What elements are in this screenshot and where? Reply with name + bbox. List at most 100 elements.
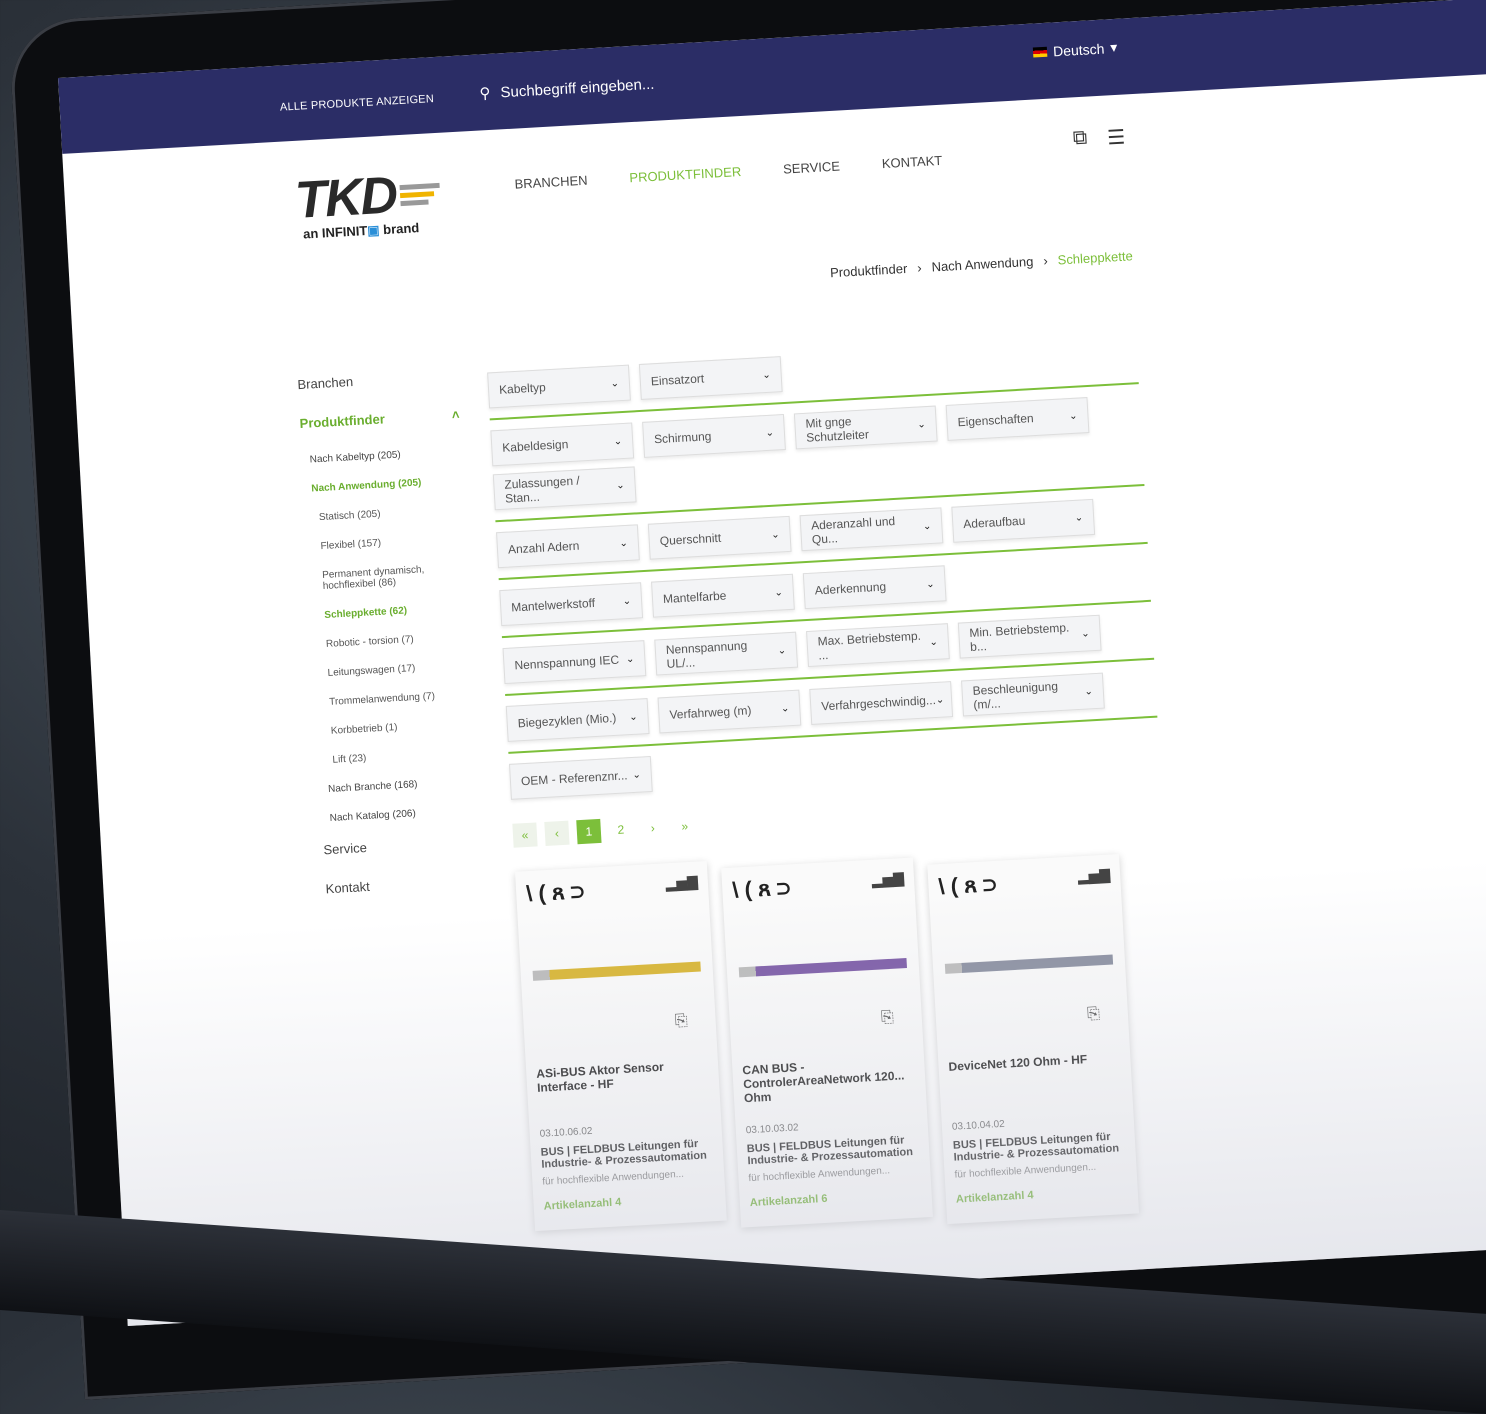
filter-select[interactable]: Anzahl Adern ⌄ [496, 524, 640, 569]
chevron-down-icon: ⌄ [1074, 511, 1084, 524]
next-page-button[interactable]: › [640, 815, 665, 840]
compare-chart-icon[interactable]: ▂▅▇ [871, 870, 904, 889]
filter-select[interactable]: Verfahrgeschwindig... ⌄ [809, 681, 954, 725]
language-select[interactable]: Deutsch ▾ [1032, 39, 1118, 61]
page-1-button[interactable]: 1 [576, 818, 602, 845]
filter-label: Mantelwerkstoff [510, 595, 596, 615]
chevron-down-icon: ⌄ [780, 702, 790, 715]
sidebar-nach-katalog[interactable]: Nach Katalog (206) [329, 805, 481, 824]
sidebar-service[interactable]: Service [323, 833, 484, 857]
chevron-down-icon: ⌄ [770, 528, 780, 541]
nav-service[interactable]: SERVICE [783, 159, 841, 177]
sidebar-item-robotic[interactable]: Robotic - torsion (7) [326, 631, 472, 650]
filter-select[interactable]: Nennspannung IEC ⌄ [502, 640, 647, 685]
sidebar-nach-branche[interactable]: Nach Branche (168) [328, 776, 480, 795]
filter-label: Nennspannung UL/... [665, 638, 748, 671]
filter-label: Nennspannung IEC [514, 652, 620, 673]
header-icons: ⧉ ☰ [1072, 125, 1126, 153]
compare-chart-icon[interactable]: ▂▅▇ [1077, 867, 1110, 886]
first-page-button[interactable]: « [512, 822, 538, 848]
filter-label: Anzahl Adern [507, 538, 580, 557]
last-page-button[interactable]: » [672, 814, 697, 839]
product-code: 03.10.04.02 [951, 1118, 1006, 1133]
filter-select[interactable]: Min. Betriebstemp. b... ⌄ [957, 614, 1102, 659]
product-title[interactable]: DeviceNet 120 Ohm - HF [948, 1050, 1121, 1074]
filter-select[interactable]: Kabeltyp ⌄ [487, 364, 631, 409]
filter-select[interactable]: Zulassungen / Stan... ⌄ [492, 466, 637, 511]
cable-image [944, 954, 1114, 974]
sidebar-item-permanent[interactable]: Permanent dynamisch, hochflexibel (86) [322, 562, 469, 592]
logo-text: TKD [293, 166, 398, 230]
filter-select[interactable]: Beschleunigung (m/... ⌄ [961, 672, 1105, 717]
filter-select[interactable]: OEM - Referenznr... ⌄ [508, 755, 653, 800]
filter-label: Einsatzort [650, 371, 705, 389]
search-box[interactable]: ⚲ Suchbegriff eingeben... [479, 75, 655, 102]
filter-label: Aderanzahl und Qu... [810, 513, 896, 547]
filter-select[interactable]: Mantelfarbe ⌄ [651, 573, 795, 618]
filter-select[interactable]: Kabeldesign ⌄ [490, 422, 635, 467]
nav-produktfinder[interactable]: PRODUKTFINDER [629, 164, 742, 185]
filter-select[interactable]: Biegezyklen (Mio.) ⌄ [505, 698, 650, 742]
application-symbols-icon: \ ( ጸ ⊃ [731, 874, 791, 903]
breadcrumb-produktfinder[interactable]: Produktfinder [830, 261, 908, 280]
filter-select[interactable]: Nennspannung UL/... ⌄ [654, 631, 799, 676]
page-2-button[interactable]: 2 [608, 817, 633, 842]
filter-select[interactable]: Eigenschaften ⌄ [945, 397, 1090, 441]
sidebar-item-schleppkette[interactable]: Schleppkette (62) [324, 602, 470, 621]
filter-select[interactable]: Verfahrweg (m) ⌄ [657, 689, 802, 734]
product-title[interactable]: ASi-BUS Aktor Sensor Interface - HF [536, 1057, 709, 1095]
product-card[interactable]: \ ( ጸ ⊃ ▂▅▇ ⎘ DeviceNet 120 Ohm - HF 03.10.0… [927, 853, 1140, 1225]
product-card[interactable]: \ ( ጸ ⊃ ▂▅▇ ⎘ CAN BUS - ControlerAreaNetwor… [721, 857, 933, 1228]
open-details-icon[interactable]: ⎘ [674, 1012, 688, 1031]
filter-label: Min. Betriebstemp. b... [969, 620, 1070, 654]
prev-page-button[interactable]: ‹ [544, 820, 570, 846]
tkd-logo[interactable]: TKD an INFINIT▣ brand [294, 163, 443, 243]
filter-select[interactable]: Querschnitt ⌄ [647, 515, 792, 560]
filter-select[interactable]: Max. Betriebstemp. ... ⌄ [806, 623, 950, 668]
filter-label: Eigenschaften [957, 411, 1034, 430]
sidebar-item-statisch[interactable]: Statisch (205) [319, 504, 465, 523]
sidebar-item-leitungswagen[interactable]: Leitungswagen (17) [327, 660, 473, 679]
sidebar-item-flexibel[interactable]: Flexibel (157) [320, 533, 466, 552]
product-category: BUS | FELDBUS Leitungen für Industrie- &… [952, 1130, 1120, 1164]
product-description: für hochflexible Anwendungen... [748, 1165, 891, 1185]
chevron-down-icon: ⌄ [929, 636, 939, 648]
sidebar-item-korbbetrieb[interactable]: Korbbetrieb (1) [331, 718, 477, 737]
product-title[interactable]: CAN BUS - ControlerAreaNetwork 120... Oh… [742, 1054, 916, 1105]
filter-select[interactable]: Mit gnge Schutzleiter ⌄ [793, 405, 938, 450]
nav-branchen[interactable]: BRANCHEN [514, 173, 588, 192]
nav-kontakt[interactable]: KONTAKT [881, 153, 942, 171]
article-count: Artikelanzahl 4 [955, 1189, 1034, 1206]
compare-chart-icon[interactable]: ▂▅▇ [665, 874, 698, 893]
sidebar-produktfinder[interactable]: Produktfinder ˄ [299, 407, 460, 431]
article-count: Artikelanzahl 4 [543, 1196, 622, 1213]
language-label: Deutsch [1052, 40, 1105, 59]
filter-label: Mantelfarbe [662, 588, 727, 607]
open-details-icon[interactable]: ⎘ [1087, 1005, 1101, 1024]
sidebar-kontakt[interactable]: Kontakt [325, 872, 486, 896]
cable-image [532, 961, 701, 981]
filter-select[interactable]: Einsatzort ⌄ [638, 356, 783, 400]
chevron-down-icon: ⌄ [1080, 627, 1090, 640]
filter-label: Aderkennung [814, 579, 887, 598]
open-details-icon[interactable]: ⎘ [880, 1009, 894, 1028]
product-card[interactable]: \ ( ጸ ⊃ ▂▅▇ ⎘ ASi-BUS Aktor Sensor Interfac… [515, 861, 727, 1232]
filter-select[interactable]: Schirmung ⌄ [642, 414, 786, 458]
german-flag-icon [1032, 46, 1048, 58]
filter-select[interactable]: Aderanzahl und Qu... ⌄ [799, 507, 944, 552]
filter-select[interactable]: Aderaufbau ⌄ [951, 498, 1096, 543]
sidebar-nach-kabeltyp[interactable]: Nach Kabeltyp (205) [309, 446, 461, 465]
filter-select[interactable]: Aderkennung ⌄ [802, 565, 947, 610]
sidebar-branchen[interactable]: Branchen [297, 368, 458, 392]
filter-label: Kabeltyp [498, 380, 547, 397]
chevron-down-icon: ⌄ [628, 711, 638, 723]
filter-label: Mit gnge Schutzleiter [805, 414, 870, 445]
menu-icon[interactable]: ☰ [1107, 125, 1126, 151]
sidebar-item-trommel[interactable]: Trommelanwendung (7) [329, 689, 475, 708]
compare-icon[interactable]: ⧉ [1072, 127, 1088, 153]
breadcrumb-anwendung[interactable]: Nach Anwendung [931, 254, 1034, 275]
sidebar-nach-anwendung[interactable]: Nach Anwendung (205) [311, 475, 463, 494]
all-products-link[interactable]: ALLE PRODUKTE ANZEIGEN [280, 93, 435, 114]
sidebar-item-lift[interactable]: Lift (23) [332, 747, 478, 766]
filter-select[interactable]: Mantelwerkstoff ⌄ [499, 582, 644, 627]
